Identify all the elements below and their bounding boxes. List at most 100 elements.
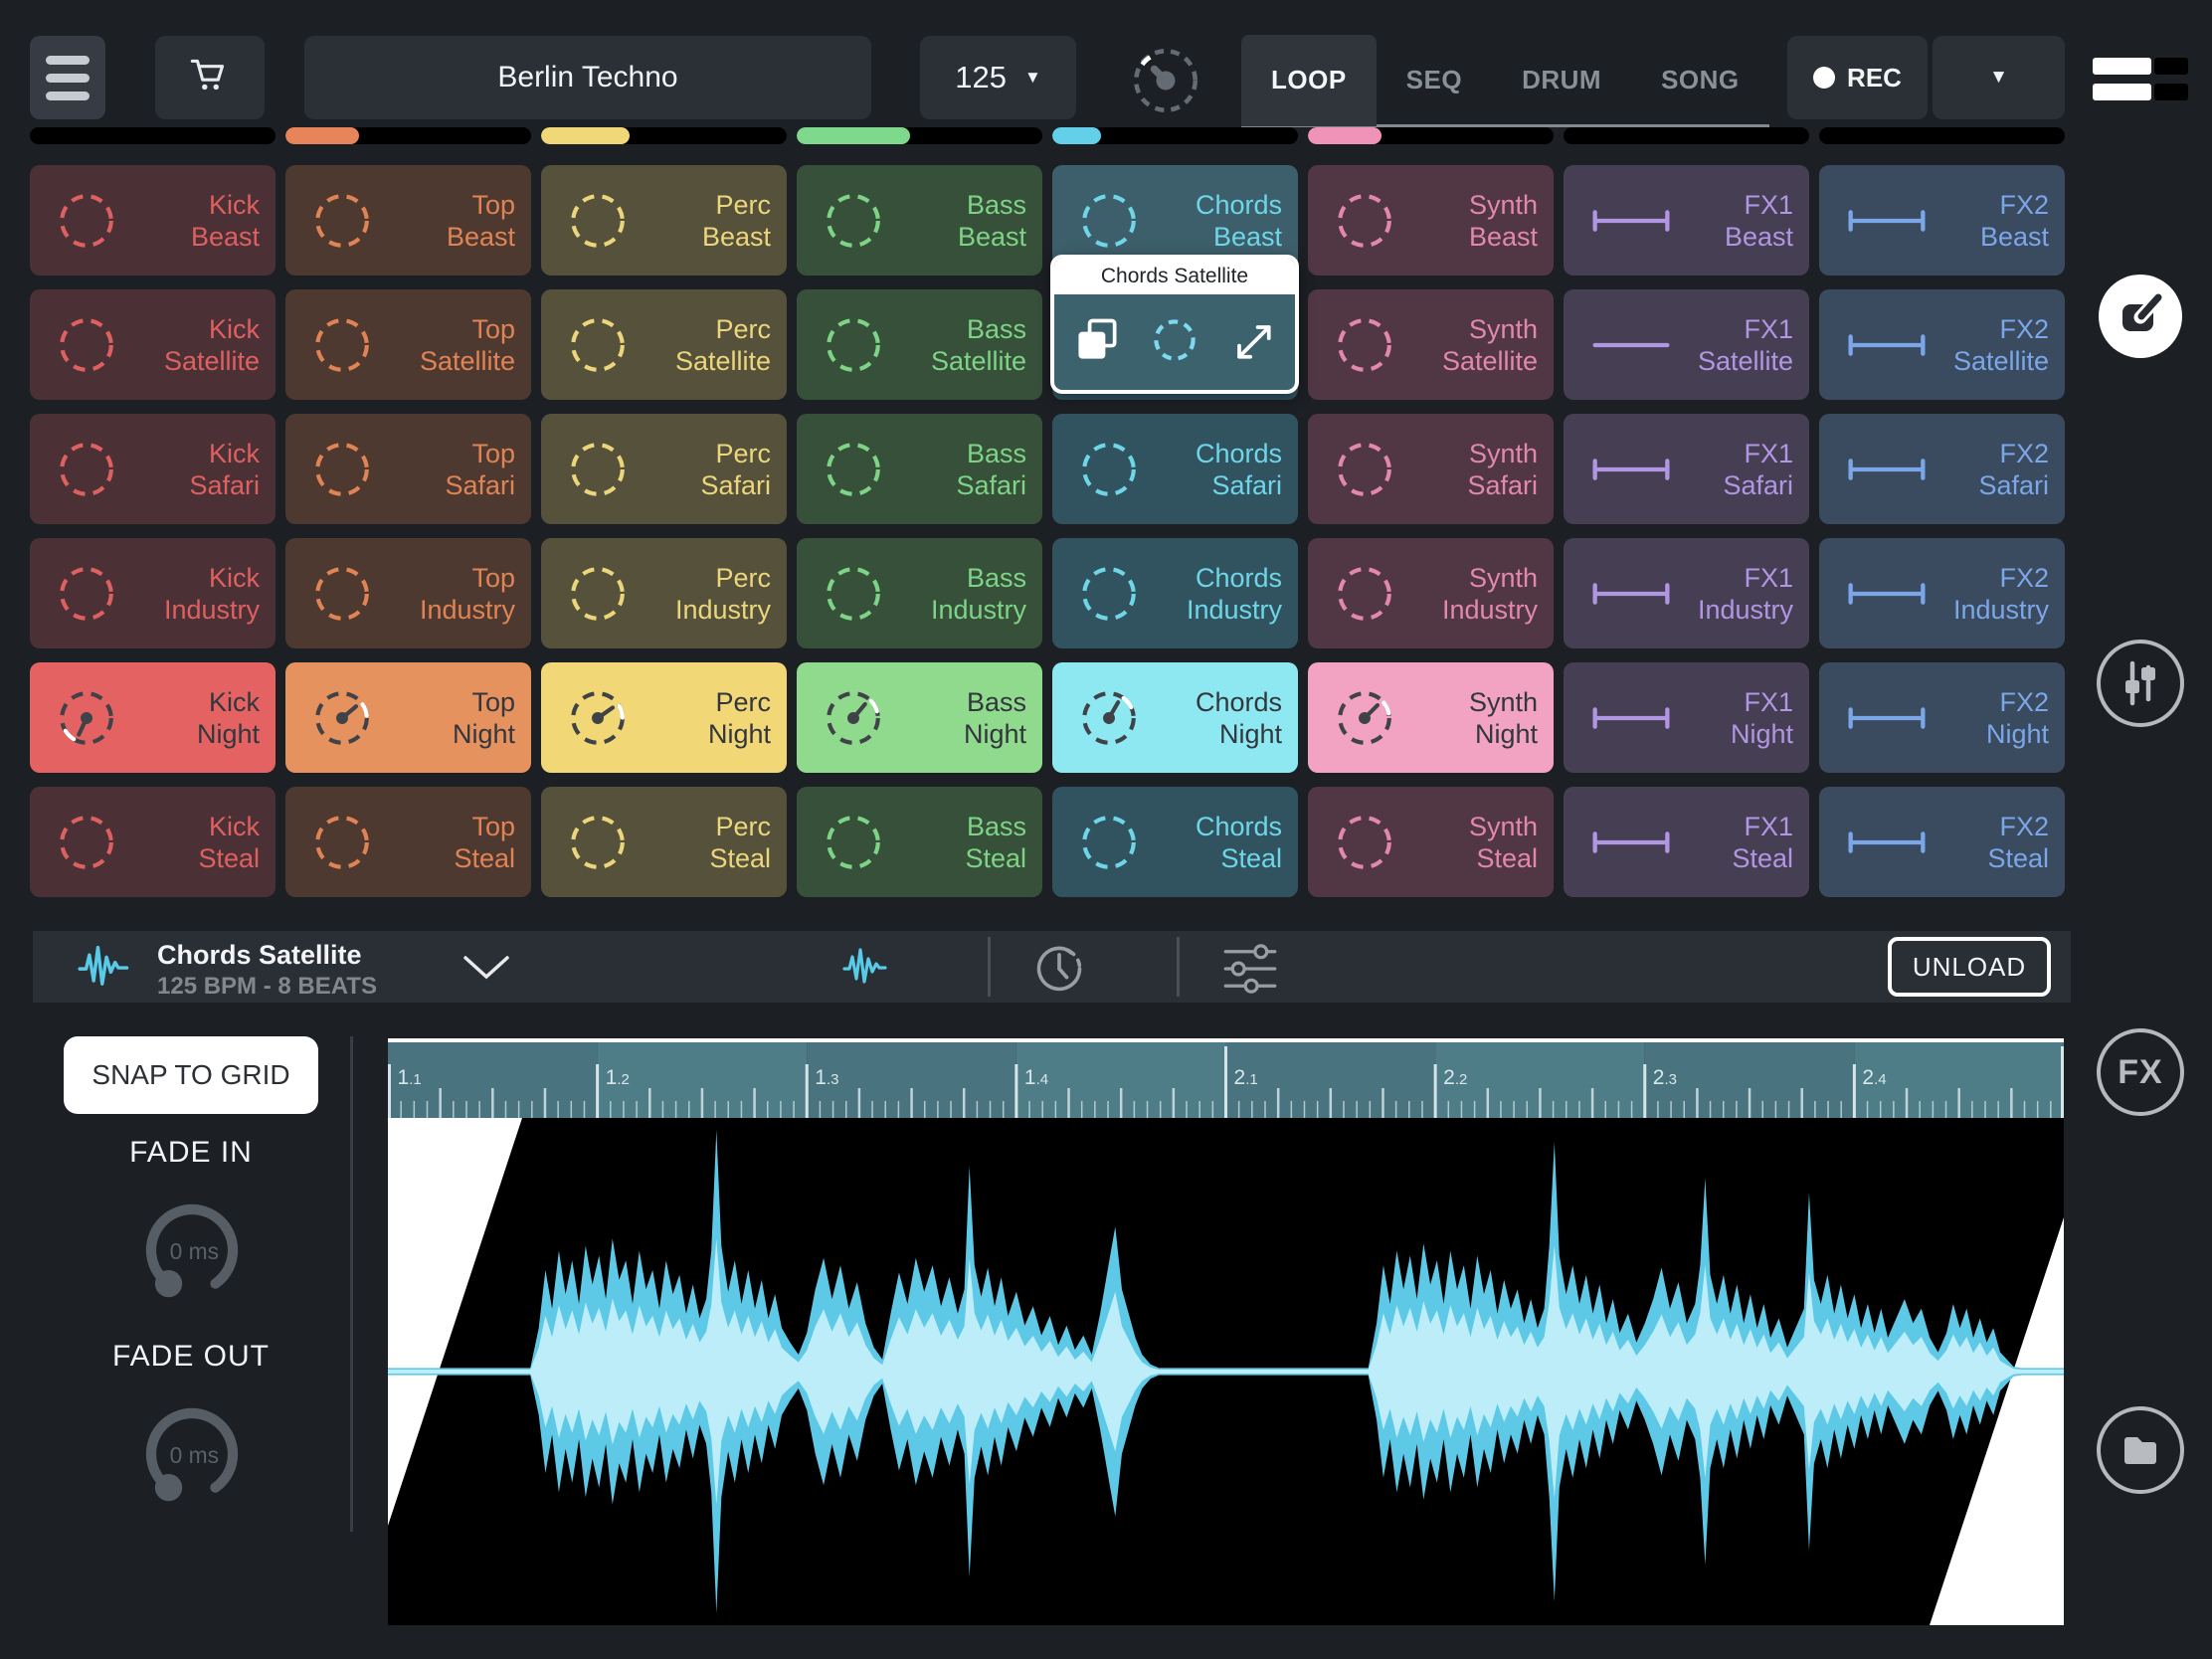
loop-circle-icon	[1076, 437, 1142, 502]
loop-circle-icon	[54, 188, 119, 254]
pad-chords-safari[interactable]: ChordsSafari	[1052, 414, 1298, 524]
snap-to-grid-button[interactable]: SNAP TO GRID	[64, 1036, 318, 1114]
tab-sample-timing[interactable]	[1031, 941, 1087, 1002]
pad-top-industry[interactable]: TopIndustry	[285, 538, 531, 648]
pad-kick-beast[interactable]: KickBeast	[30, 165, 276, 276]
copy-icon[interactable]	[1071, 314, 1123, 371]
pad-fx2-night[interactable]: FX2Night	[1819, 662, 2065, 773]
waveform-display[interactable]	[388, 1118, 2064, 1625]
pad-fx1-night[interactable]: FX1Night	[1564, 662, 1809, 773]
loop-circle-icon[interactable]	[1149, 314, 1200, 371]
pad-fx1-industry[interactable]: FX1Industry	[1564, 538, 1809, 648]
pad-perc-industry[interactable]: PercIndustry	[541, 538, 787, 648]
pad-label: TopBeast	[447, 189, 515, 253]
edit-pads-button[interactable]	[2099, 275, 2182, 358]
pad-bass-night[interactable]: BassNight	[797, 662, 1042, 773]
pad-perc-night[interactable]: PercNight	[541, 662, 787, 773]
pad-label: BassBeast	[958, 189, 1026, 253]
tab-song[interactable]: SONG	[1631, 35, 1769, 126]
pad-column-perc: PercBeast PercSatellite PercSafari PercIndu…	[541, 127, 787, 897]
bpm-value: 125	[955, 60, 1007, 95]
pad-label: FX2Beast	[1980, 189, 2049, 253]
channel-mixer-button[interactable]	[2097, 640, 2184, 727]
mixer-icon[interactable]	[2093, 58, 2188, 109]
pad-top-steal[interactable]: TopSteal	[285, 787, 531, 897]
tab-seq[interactable]: SEQ	[1377, 35, 1492, 126]
fx-range-icon	[1587, 201, 1675, 241]
tab-sample-settings[interactable]	[1222, 941, 1278, 1002]
record-icon	[1813, 67, 1835, 89]
tab-drum[interactable]: DRUM	[1492, 35, 1631, 126]
pad-kick-safari[interactable]: KickSafari	[30, 414, 276, 524]
pad-column-chords: ChordsBeastChordsSatelliteChordsSafariCh…	[1052, 127, 1298, 897]
tab-loop[interactable]: LOOP	[1241, 35, 1377, 126]
fade-out-knob[interactable]: 0 ms	[135, 1397, 249, 1511]
pad-kick-satellite[interactable]: KickSatellite	[30, 289, 276, 400]
unload-button[interactable]: UNLOAD	[1888, 937, 2051, 997]
pad-fx2-steal[interactable]: FX2Steal	[1819, 787, 2065, 897]
pad-perc-steal[interactable]: PercSteal	[541, 787, 787, 897]
pad-kick-steal[interactable]: KickSteal	[30, 787, 276, 897]
pad-bass-satellite[interactable]: BassSatellite	[797, 289, 1042, 400]
pad-synth-night[interactable]: SynthNight	[1308, 662, 1554, 773]
library-button[interactable]	[2097, 1406, 2184, 1494]
pad-kick-industry[interactable]: KickIndustry	[30, 538, 276, 648]
fx-button[interactable]: FX	[2097, 1028, 2184, 1116]
pad-bass-steal[interactable]: BassSteal	[797, 787, 1042, 897]
pad-top-satellite[interactable]: TopSatellite	[285, 289, 531, 400]
pad-synth-steal[interactable]: SynthSteal	[1308, 787, 1554, 897]
loop-circle-icon	[1076, 561, 1142, 627]
pad-synth-satellite[interactable]: SynthSatellite	[1308, 289, 1554, 400]
pad-perc-satellite[interactable]: PercSatellite	[541, 289, 787, 400]
pad-top-night[interactable]: TopNight	[285, 662, 531, 773]
timeline-ruler[interactable]: 1.11.21.31.42.12.22.32.4	[388, 1038, 2064, 1118]
pad-label: SynthNight	[1469, 686, 1538, 750]
pad-perc-beast[interactable]: PercBeast	[541, 165, 787, 276]
record-options-button[interactable]: ▼	[1933, 36, 2065, 119]
pad-fx1-beast[interactable]: FX1Beast	[1564, 165, 1809, 276]
project-title: Berlin Techno	[497, 61, 677, 94]
pad-label: SynthSafari	[1467, 438, 1538, 501]
pad-bass-safari[interactable]: BassSafari	[797, 414, 1042, 524]
sample-picker-chevron-icon[interactable]	[461, 953, 512, 988]
pad-perc-safari[interactable]: PercSafari	[541, 414, 787, 524]
pad-label: TopSatellite	[420, 313, 515, 377]
pad-fx1-satellite[interactable]: FX1Satellite	[1564, 289, 1809, 400]
store-button[interactable]	[155, 36, 265, 119]
loop-circle-icon	[309, 561, 375, 627]
metronome-dial[interactable]	[1128, 43, 1203, 123]
tab-waveform-edit[interactable]	[840, 941, 892, 998]
edit-icon	[2113, 288, 2168, 344]
bpm-selector[interactable]: 125 ▼	[920, 36, 1076, 119]
pad-fx2-satellite[interactable]: FX2Satellite	[1819, 289, 2065, 400]
playing-loop-icon	[565, 685, 631, 751]
pad-fx1-steal[interactable]: FX1Steal	[1564, 787, 1809, 897]
project-title-field[interactable]: Berlin Techno	[304, 36, 871, 119]
pad-kick-night[interactable]: KickNight	[30, 662, 276, 773]
fade-in-knob[interactable]: 0 ms	[135, 1194, 249, 1307]
pad-chords-night[interactable]: ChordsNight	[1052, 662, 1298, 773]
pad-synth-beast[interactable]: SynthBeast	[1308, 165, 1554, 276]
waveform-icon	[78, 941, 133, 998]
pad-top-safari[interactable]: TopSafari	[285, 414, 531, 524]
pad-fx2-safari[interactable]: FX2Safari	[1819, 414, 2065, 524]
pad-chords-steal[interactable]: ChordsSteal	[1052, 787, 1298, 897]
pad-synth-industry[interactable]: SynthIndustry	[1308, 538, 1554, 648]
swap-icon[interactable]	[1226, 314, 1278, 371]
pad-label: BassSafari	[956, 438, 1026, 501]
record-button[interactable]: REC	[1787, 36, 1928, 119]
pad-fx1-safari[interactable]: FX1Safari	[1564, 414, 1809, 524]
pad-chords-industry[interactable]: ChordsIndustry	[1052, 538, 1298, 648]
pad-top-beast[interactable]: TopBeast	[285, 165, 531, 276]
menu-button[interactable]	[30, 36, 105, 119]
fx-range-icon	[1843, 823, 1931, 862]
pad-label: FX1Steal	[1732, 811, 1793, 874]
fade-out-value: 0 ms	[170, 1442, 219, 1468]
pad-fx2-industry[interactable]: FX2Industry	[1819, 538, 2065, 648]
pad-synth-safari[interactable]: SynthSafari	[1308, 414, 1554, 524]
pad-bass-industry[interactable]: BassIndustry	[797, 538, 1042, 648]
pad-label: KickBeast	[191, 189, 260, 253]
column-progress-chords	[1052, 127, 1298, 144]
pad-bass-beast[interactable]: BassBeast	[797, 165, 1042, 276]
pad-fx2-beast[interactable]: FX2Beast	[1819, 165, 2065, 276]
